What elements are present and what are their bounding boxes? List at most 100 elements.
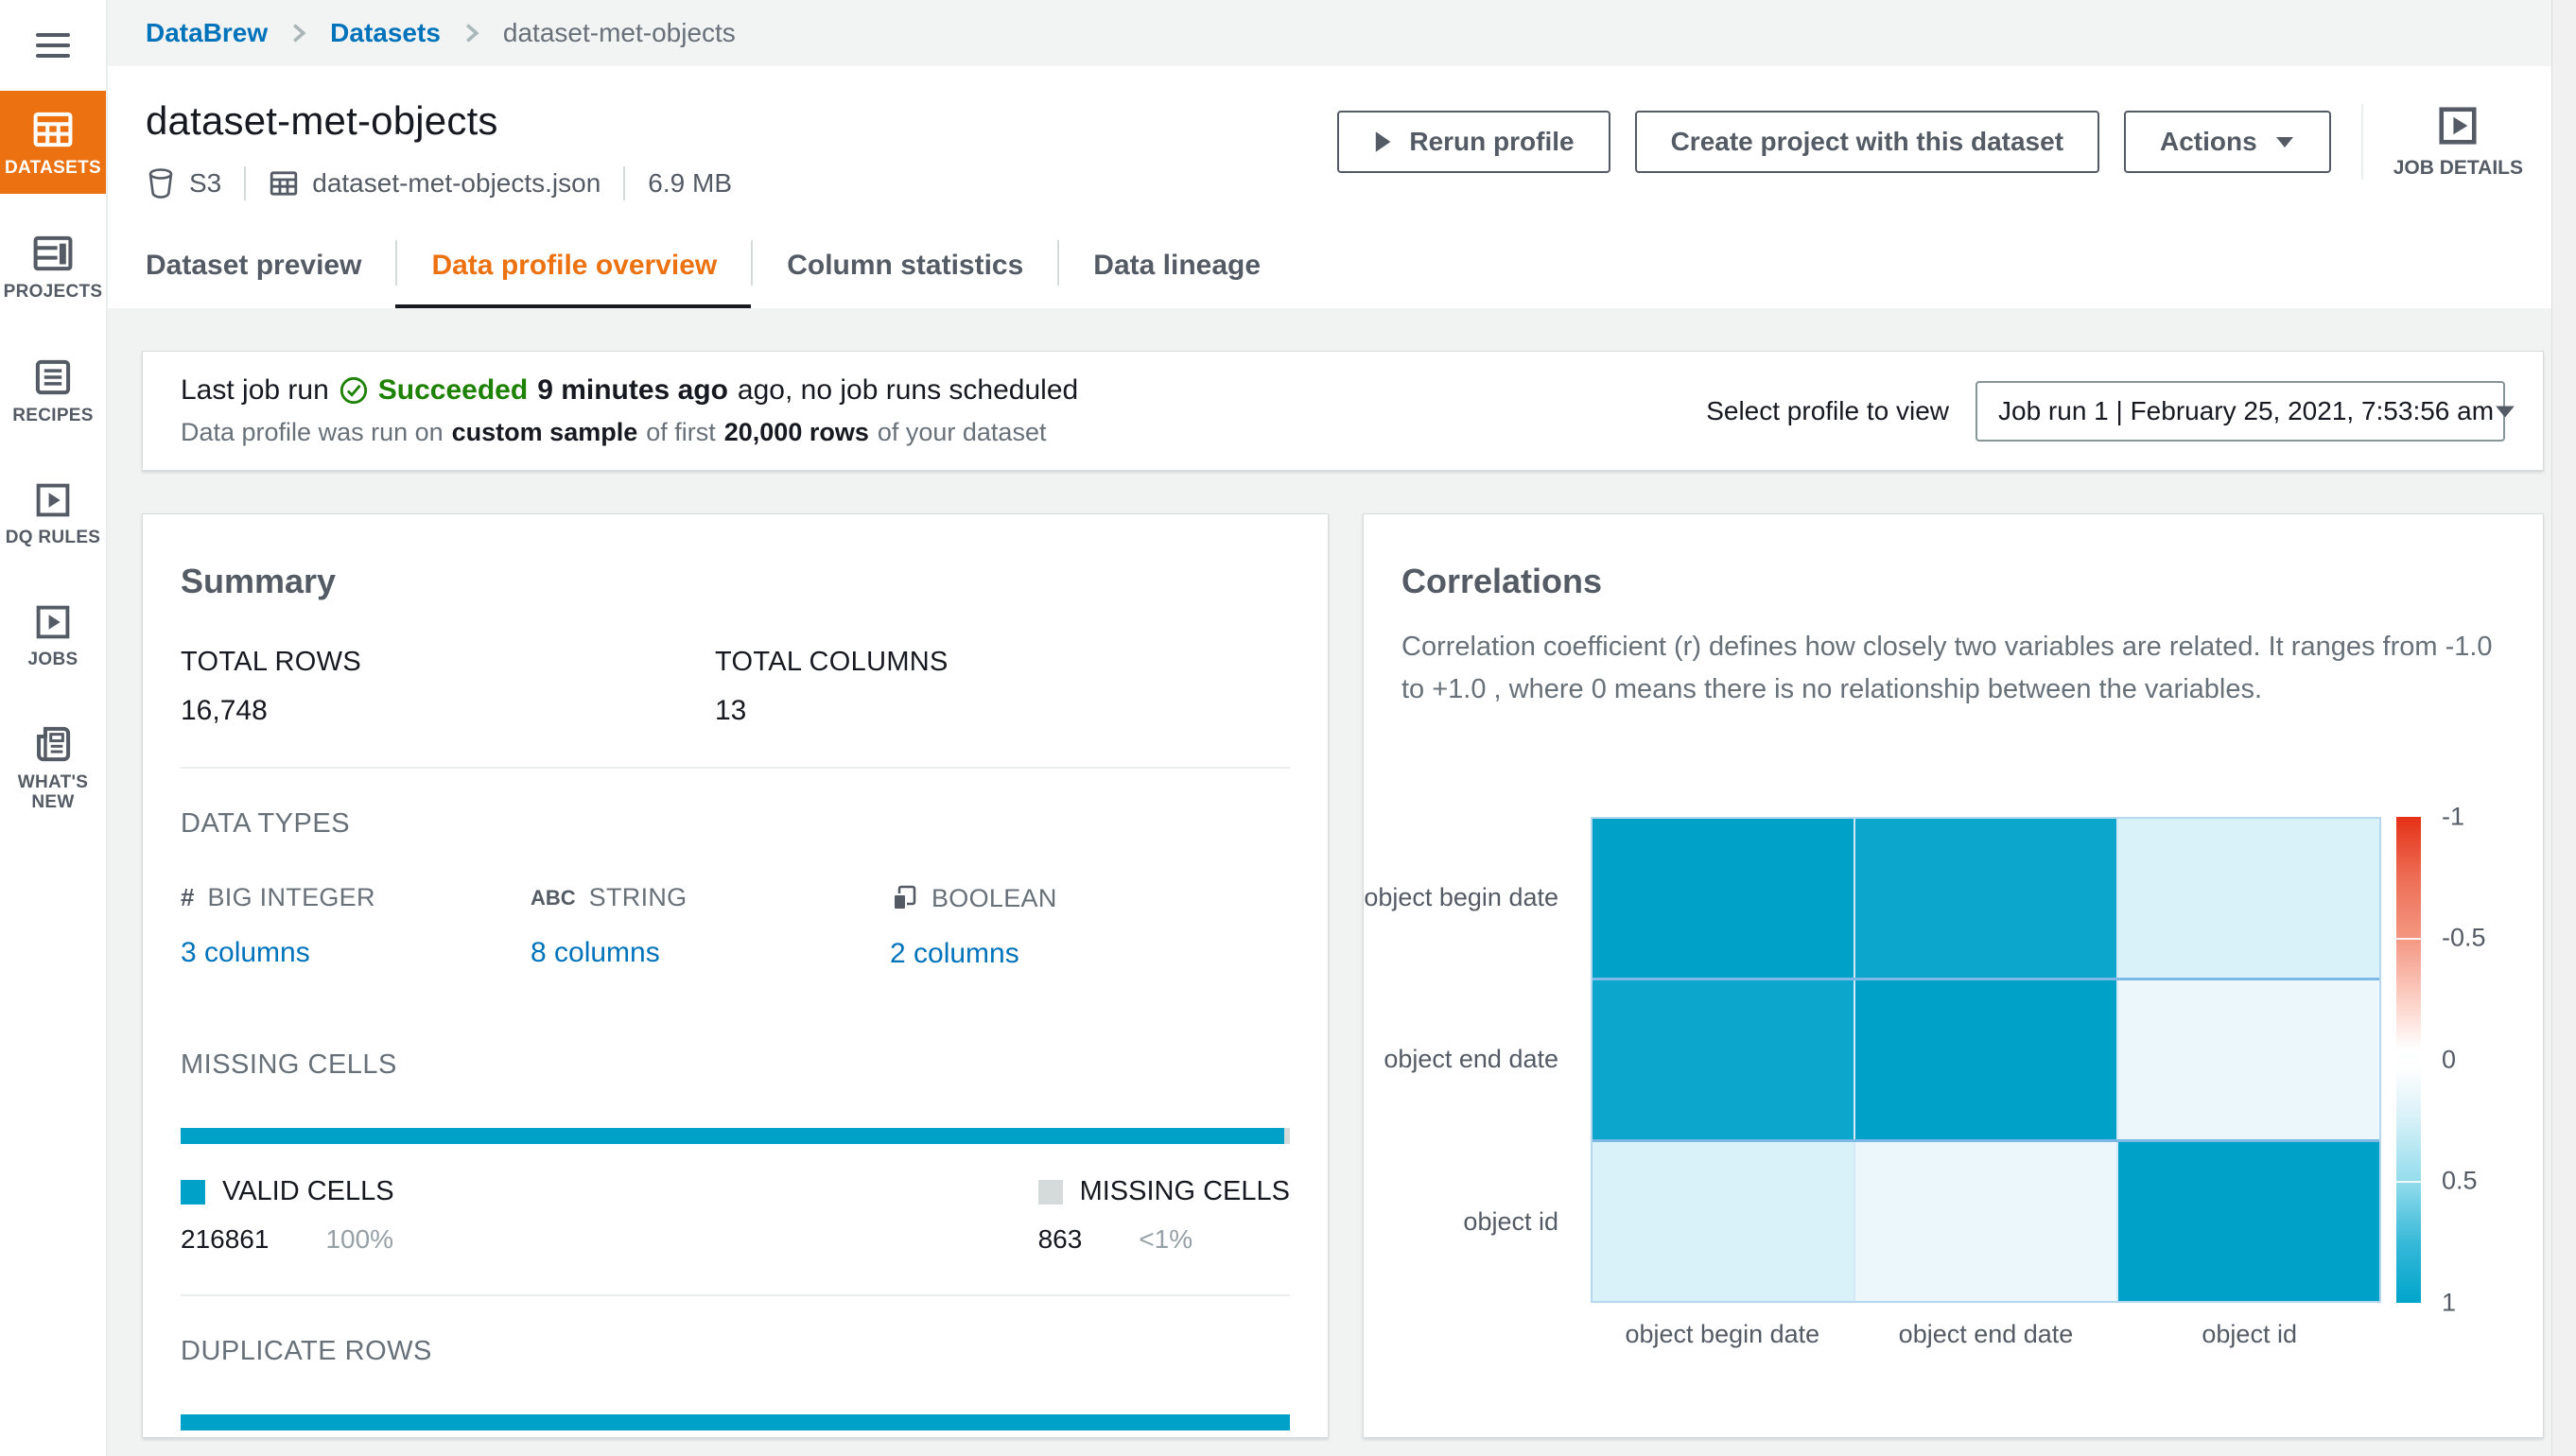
heatmap-color-scale xyxy=(2396,817,2421,1303)
data-types-label: DATA TYPES xyxy=(181,808,1290,840)
heatmap-row-labels: object begin dateobject end dateobject i… xyxy=(1401,817,1591,1303)
chevron-right-icon xyxy=(290,22,307,44)
type-columns-link[interactable]: 2 columns xyxy=(890,938,1019,970)
tab-data-profile-overview[interactable]: Data profile overview xyxy=(395,227,751,308)
valid-cells-pct: 100% xyxy=(325,1224,393,1255)
sidebar-item-recipes[interactable]: RECIPES xyxy=(0,338,106,442)
valid-cells-bar-segment xyxy=(181,1128,1284,1144)
heatmap-row-label: object begin date xyxy=(1401,817,1591,979)
heatmap-scale-labels: -1-0.500.51 xyxy=(2442,817,2536,1303)
divider xyxy=(623,166,625,200)
page-header: dataset-met-objects S3 xyxy=(108,66,2576,308)
sidebar-item-label: JOBS xyxy=(28,650,78,670)
divider xyxy=(244,166,246,200)
heatmap-col-label: object id xyxy=(2117,1320,2381,1349)
total-columns-value: 13 xyxy=(715,695,1290,727)
correlations-card: Correlations Correlation coefficient (r)… xyxy=(1363,513,2544,1438)
type-boolean: BOOLEAN 2 columns xyxy=(890,883,1290,970)
sidebar-item-whats-new[interactable]: WHAT'S NEW xyxy=(0,705,106,828)
newspaper-icon xyxy=(31,724,75,764)
sidebar-item-jobs[interactable]: JOBS xyxy=(0,584,106,685)
missing-cells-bar xyxy=(181,1128,1290,1144)
dataset-meta: S3 xyxy=(146,166,732,200)
heatmap-cell[interactable] xyxy=(1593,819,1854,978)
vertical-scrollbar[interactable] xyxy=(2551,0,2576,1456)
heatmap-col-label: object begin date xyxy=(1591,1320,1854,1349)
heatmap-cell[interactable] xyxy=(2116,980,2379,1139)
heatmap-scale-tick: 0.5 xyxy=(2442,1167,2478,1196)
file-size: 6.9 MB xyxy=(648,168,732,199)
main-area: DataBrew Datasets dataset-met-objects da… xyxy=(108,0,2576,1456)
heatmap-cell[interactable] xyxy=(1854,819,2116,978)
sidebar: DATASETS PROJECTS xyxy=(0,0,108,1456)
sidebar-item-projects[interactable]: PROJECTS xyxy=(0,215,106,318)
play-square-icon xyxy=(32,481,74,519)
missing-cells-legend: VALID CELLS 216861 100% MISSING CELLS xyxy=(181,1176,1290,1255)
heatmap-scale-tick: 1 xyxy=(2442,1288,2456,1317)
actions-button[interactable]: Actions xyxy=(2124,111,2331,173)
rerun-profile-button[interactable]: Rerun profile xyxy=(1337,111,1610,173)
check-circle-icon xyxy=(339,375,369,406)
header-actions: Rerun profile Create project with this d… xyxy=(1337,98,2523,180)
sidebar-item-label: DATASETS xyxy=(5,159,101,179)
heatmap-cell[interactable] xyxy=(1854,1142,2116,1301)
recipes-icon xyxy=(31,357,75,397)
job-run-banner: Last job run Succeeded 9 minutes ago ago… xyxy=(142,351,2544,471)
data-types-row: # BIG INTEGER 3 columns ABC STRING 8 col… xyxy=(181,883,1290,970)
profile-select[interactable]: Job run 1 | February 25, 2021, 7:53:56 a… xyxy=(1976,381,2505,442)
tab-dataset-preview[interactable]: Dataset preview xyxy=(146,227,395,308)
projects-icon xyxy=(31,234,75,273)
heatmap-cell[interactable] xyxy=(2116,1142,2379,1301)
heatmap-scale-tick: -0.5 xyxy=(2442,924,2486,953)
heatmap-cell[interactable] xyxy=(1854,980,2116,1139)
app-window: DATASETS PROJECTS xyxy=(0,0,2576,1456)
title-block: dataset-met-objects S3 xyxy=(146,98,732,200)
play-icon xyxy=(1373,130,1392,153)
missing-cells-count: 863 xyxy=(1038,1224,1083,1255)
type-columns-link[interactable]: 3 columns xyxy=(181,937,310,969)
heatmap-col-label: object end date xyxy=(1854,1320,2118,1349)
sidebar-item-dq-rules[interactable]: DQ RULES xyxy=(0,462,106,563)
heatmap-cell[interactable] xyxy=(2116,819,2379,978)
file-name: dataset-met-objects.json xyxy=(312,168,600,199)
heatmap-row-label: object id xyxy=(1401,1141,1591,1303)
sidebar-item-datasets[interactable]: DATASETS xyxy=(0,91,106,194)
heatmap-row-label: object end date xyxy=(1401,979,1591,1140)
content-area: Last job run Succeeded 9 minutes ago ago… xyxy=(108,308,2576,1456)
valid-rows-bar-segment xyxy=(181,1414,1290,1430)
duplicate-rows-bar xyxy=(181,1414,1290,1430)
caret-down-icon xyxy=(2494,404,2516,419)
job-run-info: Last job run Succeeded 9 minutes ago ago… xyxy=(181,374,1706,447)
sidebar-item-label: DQ RULES xyxy=(6,529,101,548)
job-details-button[interactable]: JOB DETAILS xyxy=(2393,104,2523,180)
type-columns-link[interactable]: 8 columns xyxy=(531,937,660,969)
total-rows-value: 16,748 xyxy=(181,695,715,727)
valid-cells-block: VALID CELLS 216861 100% xyxy=(181,1176,394,1255)
divider xyxy=(2361,104,2363,180)
job-run-detail-line: Data profile was run on custom sample of… xyxy=(181,418,1046,447)
duplicate-rows-label: DUPLICATE ROWS xyxy=(181,1336,1290,1367)
abc-icon: ABC xyxy=(531,886,576,910)
breadcrumb-link-datasets[interactable]: Datasets xyxy=(330,18,441,48)
summary-stats: TOTAL ROWS 16,748 TOTAL COLUMNS 13 xyxy=(181,647,1290,727)
heatmap-cell[interactable] xyxy=(1593,1142,1854,1301)
breadcrumb-link-databrew[interactable]: DataBrew xyxy=(146,18,268,48)
correlation-heatmap: object begin dateobject end dateobject i… xyxy=(1401,817,2505,1303)
gray-swatch xyxy=(1038,1180,1063,1205)
create-project-button[interactable]: Create project with this dataset xyxy=(1635,111,2099,173)
tab-data-lineage[interactable]: Data lineage xyxy=(1057,227,1295,308)
cyan-swatch xyxy=(181,1180,205,1205)
missing-cells-label: MISSING CELLS xyxy=(181,1049,1290,1081)
sidebar-item-label: RECIPES xyxy=(12,407,94,426)
summary-heading: Summary xyxy=(181,562,1290,601)
chevron-right-icon xyxy=(463,22,480,44)
missing-cells-bar-segment xyxy=(1284,1128,1290,1144)
page-title: dataset-met-objects xyxy=(146,98,732,144)
tab-column-statistics[interactable]: Column statistics xyxy=(751,227,1057,308)
source-label: S3 xyxy=(189,168,221,199)
hamburger-menu-icon[interactable] xyxy=(0,0,106,91)
heatmap-cell[interactable] xyxy=(1593,980,1854,1139)
missing-cells-block: MISSING CELLS 863 <1% xyxy=(1038,1176,1290,1255)
heatmap-scale-tick: -1 xyxy=(2442,802,2464,831)
boolean-icon xyxy=(890,883,918,913)
